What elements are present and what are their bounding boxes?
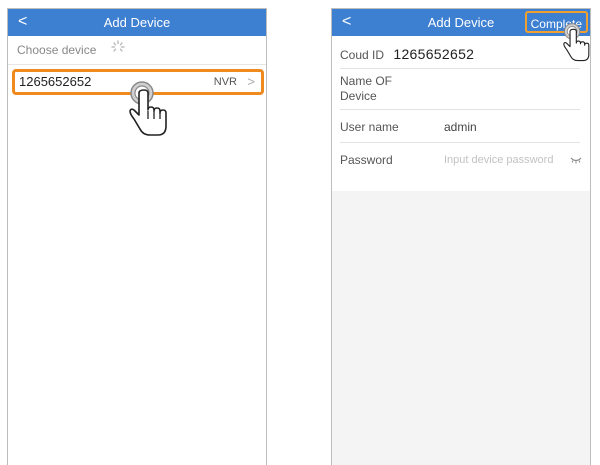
username-row: User name admin xyxy=(332,115,590,139)
password-field[interactable]: Input device password xyxy=(444,148,553,172)
cloud-id-label: Coud ID xyxy=(340,48,385,62)
cloud-id-value: 1265652652 xyxy=(393,46,475,62)
device-name-label-line2: Device xyxy=(340,89,377,103)
eye-closed-icon[interactable] xyxy=(570,156,582,164)
choose-device-label: Choose device xyxy=(17,43,97,57)
cloud-id-row: Coud ID 1265652652 xyxy=(332,42,590,66)
username-label: User name xyxy=(340,120,399,134)
password-row: Password Input device password xyxy=(332,148,590,172)
divider xyxy=(340,109,580,110)
tap-hand-icon xyxy=(563,23,590,62)
device-type: NVR xyxy=(213,76,237,88)
device-id: 1265652652 xyxy=(19,74,92,89)
loading-spinner-icon xyxy=(110,36,126,64)
tap-hand-icon xyxy=(129,81,167,136)
divider xyxy=(340,142,580,143)
chevron-right-icon: > xyxy=(247,74,255,89)
device-name-label-line1: Name OF xyxy=(340,74,393,88)
username-field[interactable]: admin xyxy=(444,115,477,139)
right-header: < Add Device Complete xyxy=(332,9,590,36)
page-title: Add Device xyxy=(103,15,171,30)
divider xyxy=(340,68,580,69)
left-screen: < Add Device Choose device 1265652652 NV… xyxy=(7,8,267,465)
choose-device-row: Choose device xyxy=(8,36,266,65)
device-name-row[interactable]: Name OF Device xyxy=(332,74,590,104)
left-header: < Add Device xyxy=(8,9,266,36)
password-label: Password xyxy=(340,153,393,167)
right-screen: < Add Device Complete Coud ID 1265652652… xyxy=(331,8,591,465)
device-form: Coud ID 1265652652 Name OF Device User n… xyxy=(332,36,590,191)
